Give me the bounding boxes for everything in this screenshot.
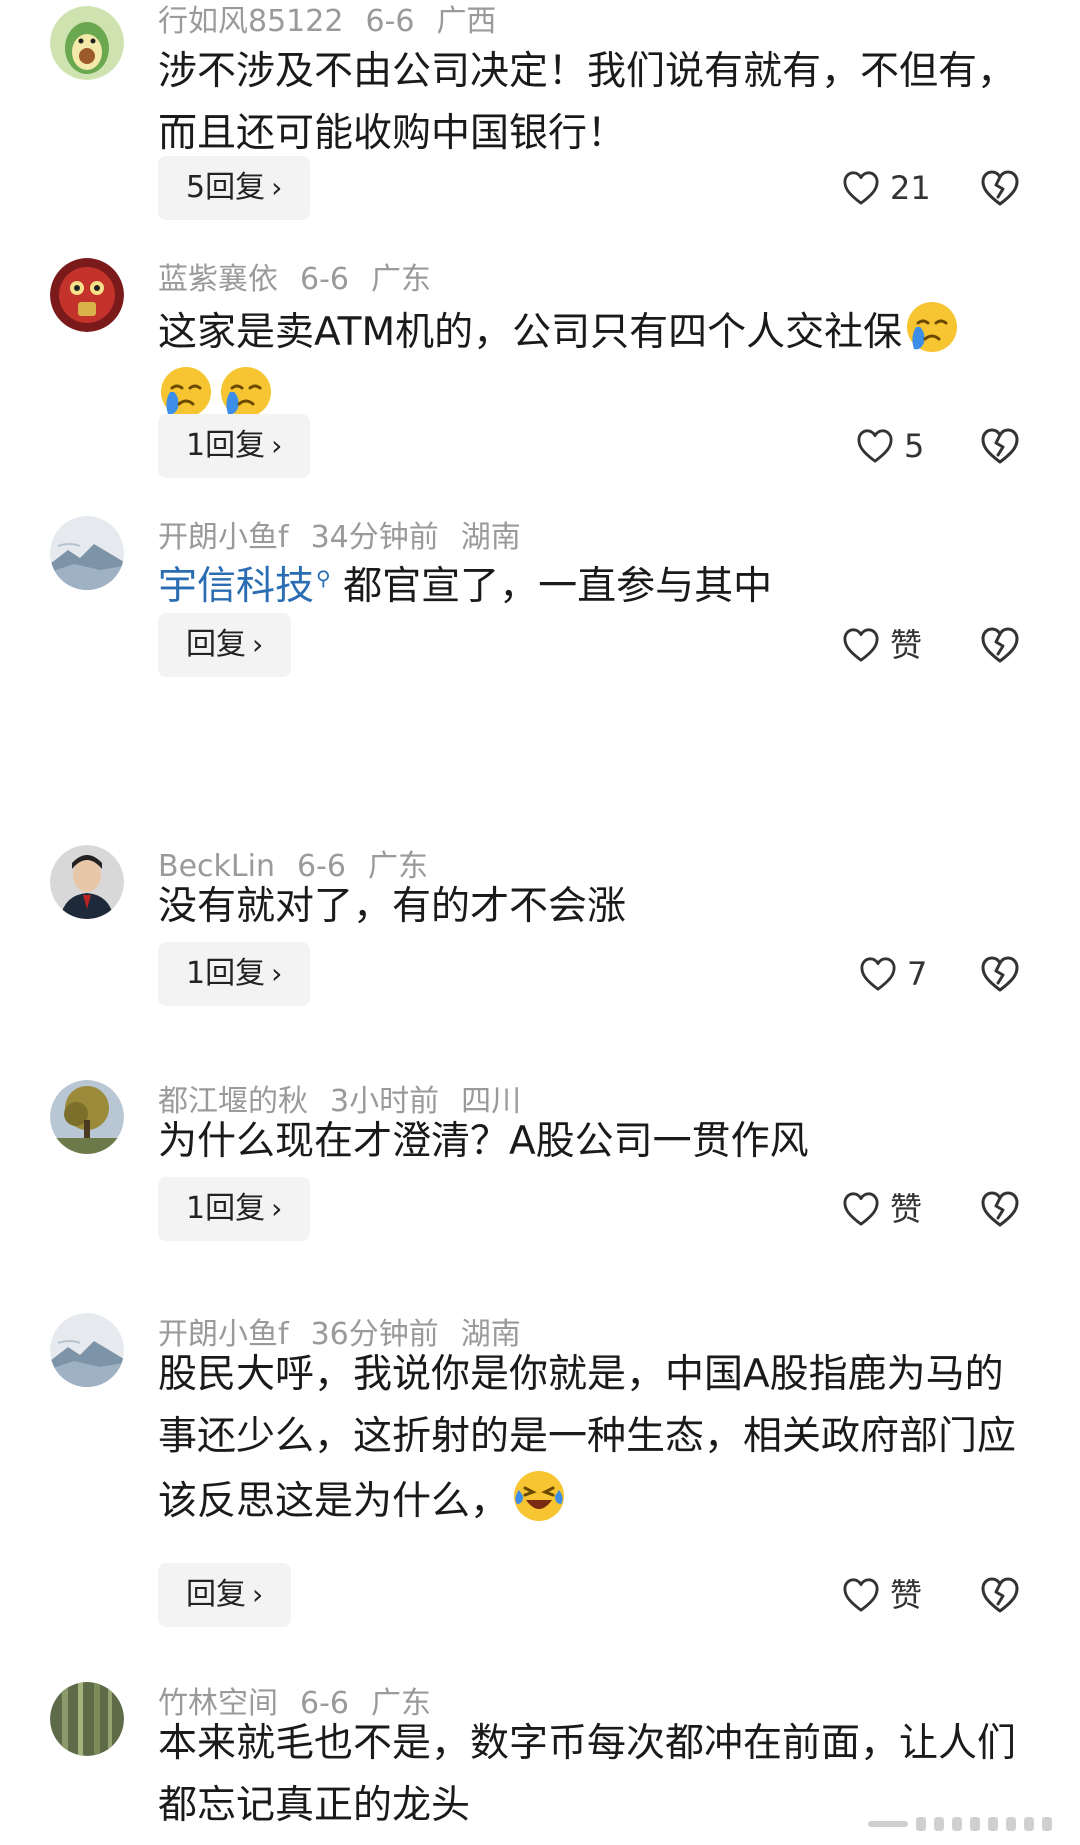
landscape-avatar-icon — [50, 1313, 124, 1387]
person-photo-avatar-icon — [50, 845, 124, 919]
chevron-right-icon: › — [271, 171, 283, 204]
comment-text-body: 都官宣了，一直参与其中 — [330, 564, 773, 609]
chevron-right-icon: › — [252, 1578, 264, 1611]
reply-button[interactable]: 回复 › — [158, 1563, 292, 1627]
comment-text: 股民大呼，我说你是你就是，中国A股指鹿为马的事还少么，这折射的是一种生态，相关政… — [158, 1344, 1038, 1533]
chevron-right-icon: › — [271, 1192, 283, 1225]
dislike-button[interactable] — [980, 1177, 1020, 1241]
crying-face-icon — [218, 364, 274, 420]
crying-face-icon — [904, 299, 960, 355]
mention-label: 宇信科技 — [158, 564, 315, 609]
avatar[interactable] — [50, 1313, 124, 1387]
comment-region: 广西 — [436, 4, 497, 39]
heart-outline-icon — [842, 170, 880, 206]
like-count: 5 — [904, 427, 925, 465]
broken-heart-icon — [980, 427, 1020, 465]
comment-text: 为什么现在才澄清？A股公司一贯作风 — [158, 1119, 809, 1164]
avatar[interactable] — [50, 1682, 124, 1756]
broken-heart-icon — [980, 1576, 1020, 1614]
reply-button[interactable]: 1回复 › — [158, 942, 311, 1006]
username[interactable]: 蓝紫襄依 — [158, 262, 278, 297]
like-count: 赞 — [890, 1576, 923, 1614]
heart-outline-icon — [859, 956, 897, 992]
heart-outline-icon — [842, 1577, 880, 1613]
avatar[interactable] — [50, 6, 124, 80]
comment-text: 宇信科技 ⚲ 都官宣了，一直参与其中 — [158, 547, 1038, 618]
chevron-right-icon: › — [271, 957, 283, 990]
dislike-button[interactable] — [980, 156, 1020, 220]
heart-outline-icon — [842, 1191, 880, 1227]
comment-text: 涉不涉及不由公司决定！我们说有就有，不但有，而且还可能收购中国银行！ — [158, 49, 1017, 156]
like-button[interactable]: 21 — [842, 156, 931, 220]
tree-photo-avatar-icon — [50, 1080, 124, 1154]
dislike-button[interactable] — [980, 1563, 1020, 1627]
dislike-button[interactable] — [980, 613, 1020, 677]
comment-region: 广东 — [371, 262, 431, 297]
landscape-avatar-icon — [50, 516, 124, 590]
reply-label: 回复 — [186, 1577, 246, 1612]
bamboo-photo-avatar-icon — [50, 1682, 124, 1756]
broken-heart-icon — [980, 1190, 1020, 1228]
laughing-crying-face-icon — [511, 1468, 567, 1524]
heart-outline-icon — [856, 428, 894, 464]
comment-text: 没有就对了，有的才不会涨 — [158, 884, 627, 929]
stock-mention-link[interactable]: 宇信科技 ⚲ — [158, 564, 331, 609]
reply-button[interactable]: 5回复 › — [158, 156, 311, 220]
comment-date: 6-6 — [365, 4, 415, 39]
reply-label: 1回复 — [186, 1191, 266, 1226]
reply-label: 5回复 — [186, 170, 266, 205]
search-icon: ⚲ — [316, 566, 331, 590]
crying-face-icon — [158, 364, 214, 420]
like-button[interactable]: 7 — [859, 942, 927, 1006]
like-button[interactable]: 赞 — [842, 1563, 922, 1627]
dislike-button[interactable] — [980, 942, 1020, 1006]
reply-label: 1回复 — [186, 428, 266, 463]
like-button[interactable]: 赞 — [842, 1177, 922, 1241]
avatar[interactable] — [50, 1080, 124, 1154]
signal-bars-icon — [868, 1817, 1052, 1831]
avatar[interactable] — [50, 258, 124, 332]
comment-meta: 行如风85122 6-6 广西 — [158, 0, 518, 44]
reply-button[interactable]: 1回复 › — [158, 414, 311, 478]
comment-text-body: 这家是卖ATM机的，公司只有四个人交社保 — [158, 310, 903, 355]
heart-outline-icon — [842, 627, 880, 663]
like-count: 赞 — [890, 626, 923, 664]
comment-text-body: 股民大呼，我说你是你就是，中国A股指鹿为马的事还少么，这折射的是一种生态，相关政… — [158, 1352, 1017, 1524]
reply-button[interactable]: 回复 › — [158, 613, 292, 677]
broken-heart-icon — [980, 169, 1020, 207]
reply-label: 回复 — [186, 627, 246, 662]
chevron-right-icon: › — [252, 628, 264, 661]
lion-mask-avatar-icon — [50, 258, 124, 332]
reply-label: 1回复 — [186, 956, 266, 991]
like-button[interactable]: 赞 — [842, 613, 922, 677]
like-count: 7 — [907, 955, 928, 993]
chevron-right-icon: › — [271, 429, 283, 462]
avocado-avatar-icon — [50, 6, 124, 80]
comment-date: 6-6 — [300, 262, 349, 297]
avatar[interactable] — [50, 516, 124, 590]
reply-button[interactable]: 1回复 › — [158, 1177, 311, 1241]
avatar[interactable] — [50, 845, 124, 919]
comment-text: 这家是卖ATM机的，公司只有四个人交社保 — [158, 299, 1048, 429]
like-count: 赞 — [890, 1190, 923, 1228]
like-count: 21 — [890, 169, 931, 207]
username[interactable]: 行如风85122 — [158, 4, 343, 39]
broken-heart-icon — [980, 955, 1020, 993]
dislike-button[interactable] — [980, 414, 1020, 478]
broken-heart-icon — [980, 626, 1020, 664]
comment-meta: 蓝紫襄依 6-6 广东 — [158, 258, 453, 302]
like-button[interactable]: 5 — [856, 414, 924, 478]
